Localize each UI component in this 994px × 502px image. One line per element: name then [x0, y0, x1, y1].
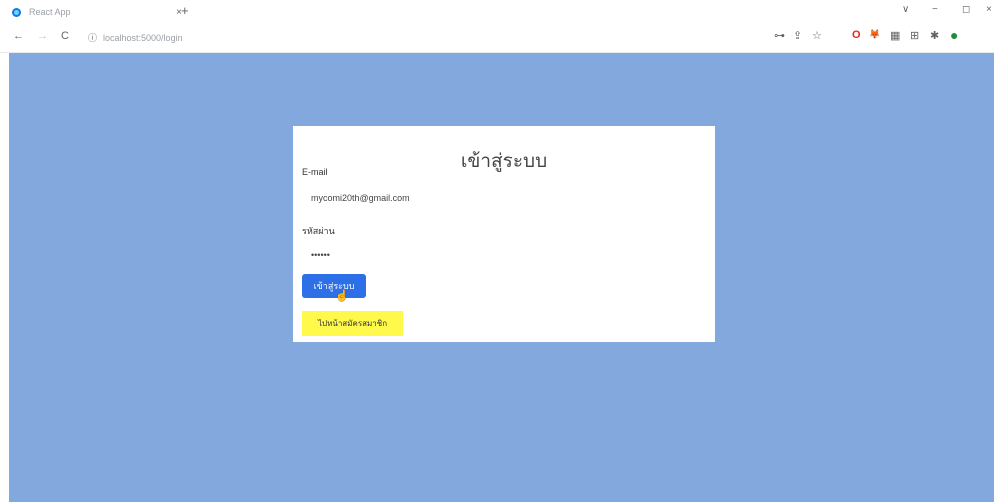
- password-label: รหัสผ่าน: [302, 226, 335, 236]
- profile-avatar-icon[interactable]: ●: [950, 27, 958, 43]
- opera-extension-icon[interactable]: O: [852, 29, 861, 41]
- extension-grid-icon[interactable]: ▦: [890, 29, 900, 42]
- password-field[interactable]: ••••••: [311, 250, 330, 260]
- tab-title: React App: [29, 7, 71, 17]
- url-text: localhost:5000/login: [103, 32, 183, 43]
- bookmark-star-icon[interactable]: ☆: [812, 29, 822, 42]
- hand-cursor-icon: ☝: [335, 290, 349, 302]
- email-label: E-mail: [302, 167, 328, 177]
- go-to-register-button[interactable]: ไปหน้าสมัครสมาชิก: [302, 311, 403, 336]
- share-icon[interactable]: ⇪: [793, 29, 802, 42]
- address-bar[interactable]: ⓘ localhost:5000/login: [88, 31, 183, 44]
- browser-toolbar: ← → C ⓘ localhost:5000/login ⊶ ⇪ ☆ O 🦊 ▦…: [0, 22, 994, 53]
- tab-search-chevron-icon[interactable]: ∨: [902, 4, 909, 15]
- metamask-extension-icon[interactable]: 🦊: [869, 29, 880, 40]
- email-field[interactable]: mycomi20th@gmail.com: [311, 193, 410, 203]
- tab-bar: React App × + ∨ − ◻ ×: [0, 0, 994, 22]
- forward-icon[interactable]: →: [37, 30, 48, 42]
- new-tab-icon[interactable]: +: [181, 3, 189, 18]
- reload-icon[interactable]: C: [61, 30, 69, 42]
- page-title: เข้าสู่ระบบ: [460, 151, 548, 172]
- back-icon[interactable]: ←: [13, 30, 24, 42]
- site-info-icon[interactable]: ⓘ: [88, 31, 97, 44]
- minimize-icon[interactable]: −: [932, 4, 938, 15]
- extensions-puzzle-icon[interactable]: ✱: [930, 29, 939, 42]
- page-background: เข้าสู่ระบบ E-mail mycomi20th@gmail.com …: [9, 53, 994, 502]
- key-icon[interactable]: ⊶: [774, 29, 785, 42]
- login-button[interactable]: เข้าสู่ระบบ: [302, 274, 366, 298]
- extension-icon[interactable]: ⊞: [910, 29, 919, 42]
- browser-tab[interactable]: React App ×: [6, 3, 196, 21]
- login-card: เข้าสู่ระบบ E-mail mycomi20th@gmail.com …: [293, 126, 715, 342]
- react-favicon-icon: [12, 7, 21, 17]
- restore-icon[interactable]: ◻: [962, 4, 970, 15]
- window-close-icon[interactable]: ×: [986, 4, 992, 15]
